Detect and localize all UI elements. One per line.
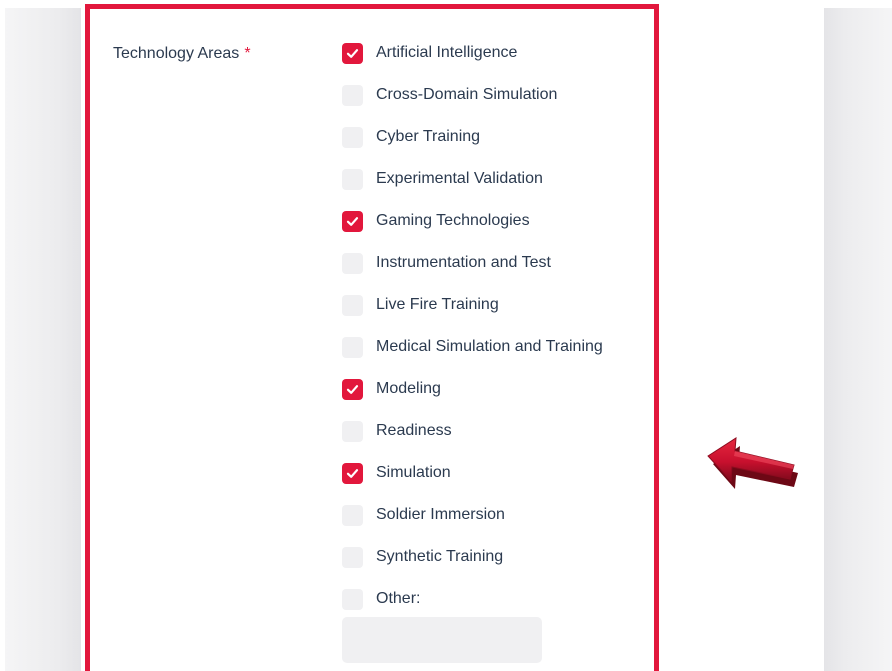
left-side-gutter	[5, 8, 81, 671]
checkbox-label: Experimental Validation	[376, 170, 543, 187]
checkbox-cross-domain-simulation[interactable]	[342, 85, 363, 106]
checkmark-icon	[346, 469, 359, 478]
checkbox-label: Synthetic Training	[376, 548, 504, 565]
checkbox-medical-simulation-and-training[interactable]	[342, 337, 363, 358]
checkbox-synthetic-training[interactable]	[342, 547, 363, 568]
checkbox-option-instrumentation-and-test[interactable]: Instrumentation and Test	[342, 252, 642, 294]
checkbox-label: Live Fire Training	[376, 296, 499, 313]
checkbox-option-live-fire-training[interactable]: Live Fire Training	[342, 294, 642, 336]
technology-areas-label: Technology Areas *	[113, 45, 251, 63]
checkbox-label: Gaming Technologies	[376, 212, 530, 229]
checkbox-option-simulation[interactable]: Simulation	[342, 462, 642, 504]
checkbox-other[interactable]	[342, 589, 363, 610]
checkbox-label: Cross-Domain Simulation	[376, 86, 558, 103]
page: Technology Areas * Artificial Intelligenc…	[0, 0, 892, 671]
checkbox-label: Other:	[376, 590, 421, 607]
checkbox-option-artificial-intelligence[interactable]: Artificial Intelligence	[342, 42, 642, 84]
checkbox-label: Soldier Immersion	[376, 506, 505, 523]
checkbox-label: Artificial Intelligence	[376, 44, 518, 61]
checkbox-option-gaming-technologies[interactable]: Gaming Technologies	[342, 210, 642, 252]
red-arrow-left-icon	[707, 437, 798, 489]
checkbox-option-medical-simulation-and-training[interactable]: Medical Simulation and Training	[342, 336, 642, 378]
checkbox-instrumentation-and-test[interactable]	[342, 253, 363, 274]
checkbox-option-readiness[interactable]: Readiness	[342, 420, 642, 462]
checkbox-label: Simulation	[376, 464, 451, 481]
checkbox-artificial-intelligence[interactable]	[342, 43, 363, 64]
checkbox-simulation[interactable]	[342, 463, 363, 484]
checkbox-option-soldier-immersion[interactable]: Soldier Immersion	[342, 504, 642, 546]
checkbox-option-experimental-validation[interactable]: Experimental Validation	[342, 168, 642, 210]
required-marker: *	[244, 45, 251, 62]
other-text-input[interactable]	[342, 617, 542, 663]
checkbox-option-cross-domain-simulation[interactable]: Cross-Domain Simulation	[342, 84, 642, 126]
checkmark-icon	[346, 385, 359, 394]
field-label-text: Technology Areas	[113, 45, 240, 62]
checkmark-icon	[346, 49, 359, 58]
checkbox-option-synthetic-training[interactable]: Synthetic Training	[342, 546, 642, 588]
checkbox-label: Readiness	[376, 422, 452, 439]
right-side-gutter	[824, 8, 892, 671]
checkbox-label: Instrumentation and Test	[376, 254, 551, 271]
checkbox-gaming-technologies[interactable]	[342, 211, 363, 232]
checkbox-modeling[interactable]	[342, 379, 363, 400]
checkmark-icon	[346, 217, 359, 226]
checkbox-live-fire-training[interactable]	[342, 295, 363, 316]
checkbox-label: Cyber Training	[376, 128, 481, 145]
checkbox-option-cyber-training[interactable]: Cyber Training	[342, 126, 642, 168]
checkbox-readiness[interactable]	[342, 421, 363, 442]
checkbox-soldier-immersion[interactable]	[342, 505, 363, 526]
checkbox-cyber-training[interactable]	[342, 127, 363, 148]
checkbox-experimental-validation[interactable]	[342, 169, 363, 190]
checkbox-label: Modeling	[376, 380, 441, 397]
checkbox-label: Medical Simulation and Training	[376, 338, 603, 355]
checkbox-option-modeling[interactable]: Modeling	[342, 378, 642, 420]
technology-areas-checkbox-group: Artificial Intelligence Cross-Domain Simu…	[342, 42, 642, 630]
